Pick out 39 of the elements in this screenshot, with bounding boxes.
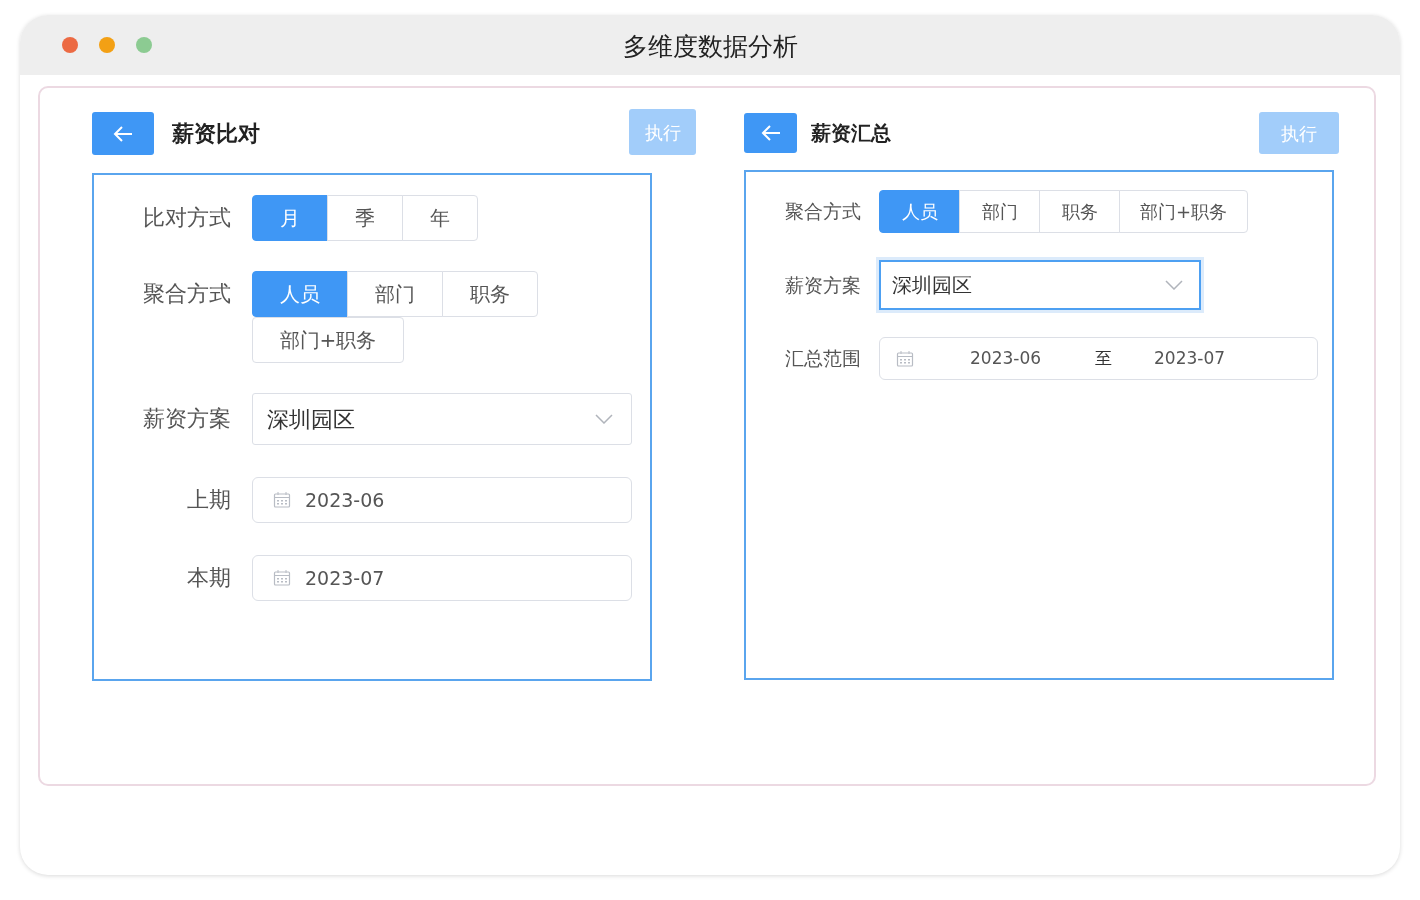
segment-option[interactable]: 年	[402, 195, 478, 241]
range-end[interactable]: 2023-07	[1154, 345, 1226, 372]
field-label: 本期	[186, 564, 231, 592]
minimize-icon[interactable]	[99, 37, 115, 53]
arrow-left-icon	[112, 124, 134, 143]
chevron-down-icon	[595, 414, 613, 424]
range-start[interactable]: 2023-06	[970, 345, 1042, 372]
field-label: 薪资方案	[142, 405, 231, 433]
close-icon[interactable]	[62, 37, 78, 53]
panel-title: 薪资汇总	[811, 120, 891, 147]
segment-option[interactable]: 部门+职务	[1119, 190, 1248, 233]
segment-option[interactable]: 职务	[1039, 190, 1120, 233]
segment-option[interactable]: 季	[327, 195, 403, 241]
maximize-icon[interactable]	[136, 37, 152, 53]
chevron-down-icon	[1165, 280, 1183, 290]
date-range-field[interactable]: 2023-06 至 2023-07	[879, 337, 1318, 380]
back-button[interactable]	[92, 112, 154, 155]
field-label: 聚合方式	[142, 280, 231, 308]
range-separator: 至	[1095, 346, 1113, 370]
arrow-left-icon	[759, 124, 782, 142]
calendar-icon	[273, 491, 291, 509]
select-field[interactable]: 深圳园区	[879, 260, 1201, 310]
segment-option[interactable]: 部门	[959, 190, 1040, 233]
select-field[interactable]: 深圳园区	[252, 393, 632, 445]
date-field[interactable]: 2023-07	[252, 555, 632, 601]
field-label: 聚合方式	[784, 199, 861, 224]
window-title: 多维度数据分析	[622, 32, 798, 61]
calendar-icon	[896, 349, 914, 368]
panel-title: 薪资比对	[172, 120, 260, 148]
calendar-icon	[273, 569, 291, 587]
field-label: 薪资方案	[784, 273, 861, 298]
field-label: 汇总范围	[784, 346, 861, 371]
segment-option[interactable]: 职务	[442, 271, 538, 317]
segment-option[interactable]: 部门+职务	[252, 317, 404, 363]
field-label: 比对方式	[142, 204, 231, 232]
back-button[interactable]	[744, 113, 797, 153]
segment-option[interactable]: 部门	[347, 271, 443, 317]
date-field[interactable]: 2023-06	[252, 477, 632, 523]
field-label: 上期	[186, 486, 231, 514]
